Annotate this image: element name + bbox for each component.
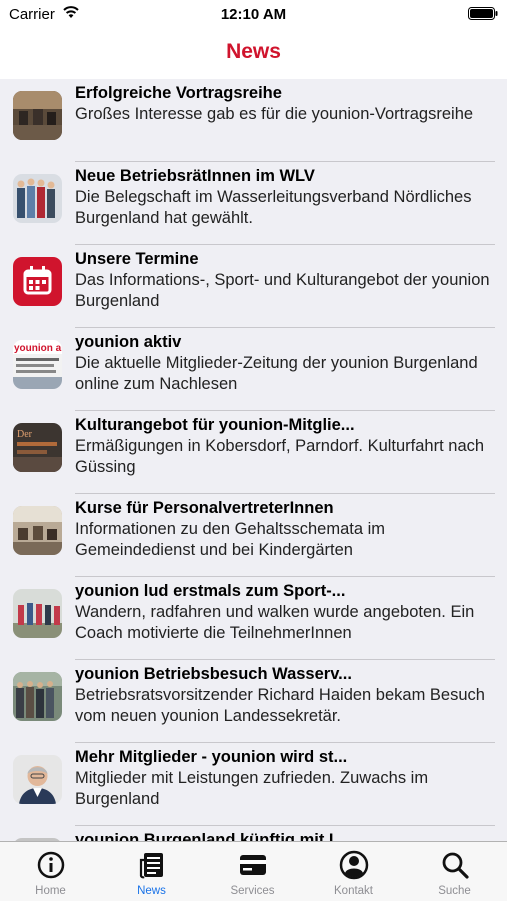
news-thumbnail-visit bbox=[13, 672, 62, 721]
tab-services[interactable]: Services bbox=[202, 842, 303, 901]
news-subtitle: Betriebsratsvorsitzender Richard Haiden … bbox=[75, 686, 485, 725]
tab-label: News bbox=[137, 885, 166, 897]
news-item[interactable]: Unsere Termine Das Informations-, Sport-… bbox=[0, 245, 507, 328]
tab-label: Suche bbox=[438, 885, 471, 897]
tab-label: Home bbox=[35, 885, 66, 897]
news-title: younion lud erstmals zum Sport-... bbox=[75, 582, 346, 600]
news-subtitle: Die aktuelle Mitglieder-Zeitung der youn… bbox=[75, 354, 478, 393]
news-item[interactable]: younion Burgenland künftig mit I bbox=[0, 826, 507, 841]
calendar-icon bbox=[13, 257, 62, 306]
contact-icon bbox=[339, 850, 368, 880]
news-thumbnail-portrait bbox=[13, 755, 62, 804]
status-bar: Carrier 12:10 AM bbox=[0, 0, 507, 30]
news-item[interactable]: Der Kulturangebot für younion-Mitglie...… bbox=[0, 411, 507, 494]
news-subtitle: Das Informations-, Sport- und Kulturange… bbox=[75, 271, 490, 310]
news-title: Neue BetriebsrätInnen im WLV bbox=[75, 167, 315, 185]
news-title: younion aktiv bbox=[75, 333, 182, 351]
news-thumbnail-group-photo bbox=[13, 174, 62, 223]
tab-news[interactable]: News bbox=[101, 842, 202, 901]
news-thumbnail-course bbox=[13, 506, 62, 555]
card-icon bbox=[239, 855, 266, 875]
news-item[interactable]: Neue BetriebsrätInnen im WLV Die Belegsc… bbox=[0, 162, 507, 245]
news-title: Kulturangebot für younion-Mitglie... bbox=[75, 416, 355, 434]
tab-bar: Home News Services Kontakt Suche bbox=[0, 841, 507, 901]
news-title: Kurse für PersonalvertreterInnen bbox=[75, 499, 334, 517]
news-subtitle: Wandern, radfahren und walken wurde ange… bbox=[75, 603, 475, 642]
news-subtitle: Die Belegschaft im Wasserleitungsverband… bbox=[75, 188, 472, 227]
news-item[interactable]: Mehr Mitglieder - younion wird st... Mit… bbox=[0, 743, 507, 826]
news-thumbnail-theatre: Der bbox=[13, 423, 62, 472]
news-title: Mehr Mitglieder - younion wird st... bbox=[75, 748, 348, 766]
page-title: News bbox=[226, 40, 281, 63]
newspaper-icon bbox=[139, 853, 163, 879]
tab-home[interactable]: Home bbox=[0, 842, 101, 901]
news-item[interactable]: younion Betriebsbesuch Wasserv... Betrie… bbox=[0, 660, 507, 743]
news-title: younion Betriebsbesuch Wasserv... bbox=[75, 665, 352, 683]
news-subtitle: Ermäßigungen in Kobersdorf, Parndorf. Ku… bbox=[75, 437, 485, 476]
battery-icon bbox=[468, 7, 498, 20]
news-item[interactable]: Kurse für PersonalvertreterInnen Informa… bbox=[0, 494, 507, 577]
thumb-poster-text: Der bbox=[17, 429, 33, 440]
news-item[interactable]: younion akt younion aktiv Die aktuelle M… bbox=[0, 328, 507, 411]
info-icon bbox=[37, 851, 64, 879]
news-thumbnail-lecture bbox=[13, 91, 62, 140]
news-list[interactable]: Erfolgreiche Vortragsreihe Großes Intere… bbox=[0, 79, 507, 841]
news-subtitle: Großes Interesse gab es für die younion-… bbox=[75, 105, 474, 123]
thumb-logo-text: younion akt bbox=[14, 343, 62, 354]
news-item[interactable]: Erfolgreiche Vortragsreihe Großes Intere… bbox=[0, 79, 507, 162]
news-item[interactable]: younion lud erstmals zum Sport-... Wande… bbox=[0, 577, 507, 660]
navigation-bar: News bbox=[0, 30, 507, 79]
news-title: Erfolgreiche Vortragsreihe bbox=[75, 84, 282, 102]
tab-label: Services bbox=[230, 885, 275, 897]
news-title: younion Burgenland künftig mit I bbox=[75, 831, 334, 841]
news-thumbnail-sport bbox=[13, 589, 62, 638]
news-subtitle: Mitglieder mit Leistungen zufrieden. Zuw… bbox=[75, 769, 429, 808]
news-title: Unsere Termine bbox=[75, 250, 199, 268]
search-icon bbox=[442, 852, 469, 879]
news-thumbnail-magazine: younion akt bbox=[13, 340, 62, 389]
tab-label: Kontakt bbox=[334, 885, 373, 897]
news-subtitle: Informationen zu den Gehaltsschemata im … bbox=[75, 520, 385, 559]
tab-contact[interactable]: Kontakt bbox=[303, 842, 404, 901]
clock: 12:10 AM bbox=[220, 6, 287, 23]
tab-search[interactable]: Suche bbox=[404, 842, 505, 901]
